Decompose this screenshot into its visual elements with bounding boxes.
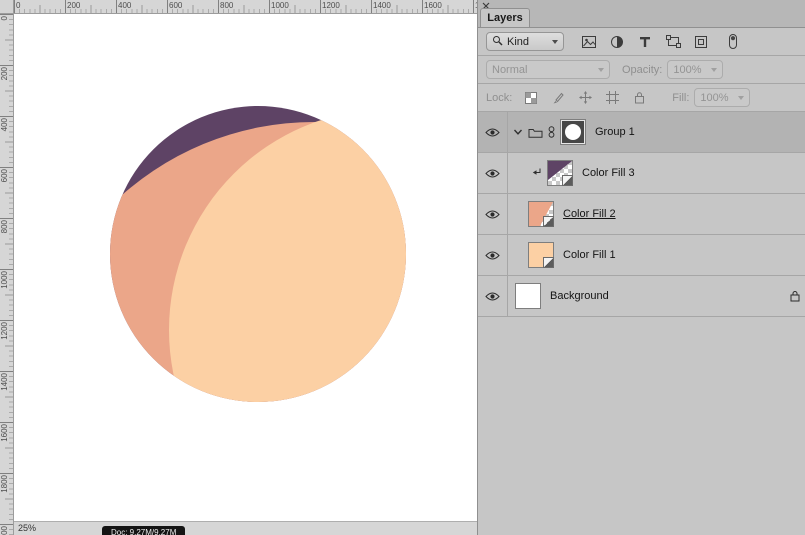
layer-row-color-fill-3[interactable]: Color Fill 3 xyxy=(478,153,805,194)
layer-name[interactable]: Color Fill 1 xyxy=(563,249,616,261)
eye-icon xyxy=(485,169,500,177)
fill-value: 100% xyxy=(700,91,729,104)
layer-name[interactable]: Color Fill 3 xyxy=(582,167,635,179)
eye-icon xyxy=(485,292,500,300)
eye-icon xyxy=(485,128,500,136)
smart-objects-filter-icon[interactable] xyxy=(692,33,710,51)
kind-filter-label: Kind xyxy=(507,35,530,48)
search-icon xyxy=(492,35,503,49)
layer-name[interactable]: Background xyxy=(550,290,609,302)
filter-row: Kind xyxy=(478,28,805,56)
layer-row-background[interactable]: Background xyxy=(478,276,805,317)
adjustment-layers-filter-icon[interactable] xyxy=(608,33,626,51)
vertical-ruler: 0 200 400 600 800 1000 1200 1400 1600 1800 2000 xyxy=(0,14,14,535)
layer-row-color-fill-1[interactable]: Color Fill 1 xyxy=(478,235,805,276)
lock-row: Lock: Fill: 100% xyxy=(478,84,805,112)
chevron-down-icon xyxy=(552,39,558,44)
opacity-dropdown[interactable]: 100% xyxy=(667,60,724,79)
chevron-down-icon xyxy=(598,67,604,72)
lock-label: Lock: xyxy=(486,91,513,104)
layer-name[interactable]: Color Fill 2 xyxy=(563,208,616,220)
chevron-down-icon xyxy=(711,67,718,72)
fill-layer-badge xyxy=(562,175,573,186)
opacity-label: Opacity: xyxy=(622,63,663,76)
lock-position-icon[interactable] xyxy=(576,89,594,107)
filter-icons xyxy=(580,33,710,51)
photoshop-window: 020040060080010001200140016001800 020040… xyxy=(0,0,805,535)
panel-header: Layers xyxy=(478,0,805,28)
fill-layer-badge xyxy=(543,257,554,268)
fill-label: Fill: xyxy=(672,91,690,104)
blend-mode-dropdown[interactable]: Normal xyxy=(486,60,610,79)
artwork xyxy=(110,106,406,402)
opacity-value: 100% xyxy=(673,63,702,76)
visibility-toggle[interactable] xyxy=(478,276,508,316)
ruler-origin-corner[interactable] xyxy=(0,0,14,14)
layer-filtering-toggle[interactable] xyxy=(724,33,742,51)
lock-artboard-nesting-icon[interactable] xyxy=(603,89,621,107)
clipping-mask-arrow-icon xyxy=(532,168,542,178)
eye-icon xyxy=(485,210,500,218)
layer-thumbnail[interactable] xyxy=(528,242,554,268)
status-bar: 25% Doc: 9.27M/9.27M xyxy=(14,521,477,535)
shape-layers-filter-icon[interactable] xyxy=(664,33,682,51)
lock-icon xyxy=(790,290,800,302)
layers-panel: Layers Kind Normal Opacity: 100% Lock: F… xyxy=(477,0,805,535)
lock-all-icon[interactable] xyxy=(630,89,648,107)
type-layers-filter-icon[interactable] xyxy=(636,33,654,51)
chevron-down-icon xyxy=(738,95,745,100)
visibility-toggle[interactable] xyxy=(478,153,508,193)
layer-row-color-fill-2[interactable]: Color Fill 2 xyxy=(478,194,805,235)
fill-dropdown[interactable]: 100% xyxy=(694,88,751,107)
lock-transparent-pixels-icon[interactable] xyxy=(522,89,540,107)
chevron-down-icon[interactable] xyxy=(513,128,523,136)
layer-row-group-1[interactable]: Group 1 xyxy=(478,112,805,153)
folder-icon xyxy=(528,127,543,138)
link-icon xyxy=(548,126,555,138)
zoom-level-field[interactable]: 25% xyxy=(18,523,36,533)
lock-icons xyxy=(522,89,648,107)
mask-circle xyxy=(565,124,581,140)
group-mask-thumbnail[interactable] xyxy=(560,119,586,145)
lock-image-pixels-icon[interactable] xyxy=(549,89,567,107)
eye-icon xyxy=(485,251,500,259)
fill-layer-badge xyxy=(543,216,554,227)
kind-filter-dropdown[interactable]: Kind xyxy=(486,32,564,51)
document-canvas[interactable] xyxy=(14,14,477,521)
layer-name[interactable]: Group 1 xyxy=(595,126,635,138)
doc-info-badge: Doc: 9.27M/9.27M xyxy=(102,526,186,535)
tab-layers[interactable]: Layers xyxy=(480,8,530,27)
blend-row: Normal Opacity: 100% xyxy=(478,56,805,84)
blend-mode-value: Normal xyxy=(492,63,528,76)
pixel-layers-filter-icon[interactable] xyxy=(580,33,598,51)
visibility-toggle[interactable] xyxy=(478,112,508,152)
layer-list: Group 1 Color Fill 3 Color Fill 2 Color … xyxy=(478,112,805,317)
visibility-toggle[interactable] xyxy=(478,194,508,234)
horizontal-ruler: 020040060080010001200140016001800 xyxy=(14,0,477,14)
layer-thumbnail[interactable] xyxy=(528,201,554,227)
layer-thumbnail[interactable] xyxy=(515,283,541,309)
tab-label: Layers xyxy=(487,12,523,24)
visibility-toggle[interactable] xyxy=(478,235,508,275)
layer-thumbnail[interactable] xyxy=(547,160,573,186)
